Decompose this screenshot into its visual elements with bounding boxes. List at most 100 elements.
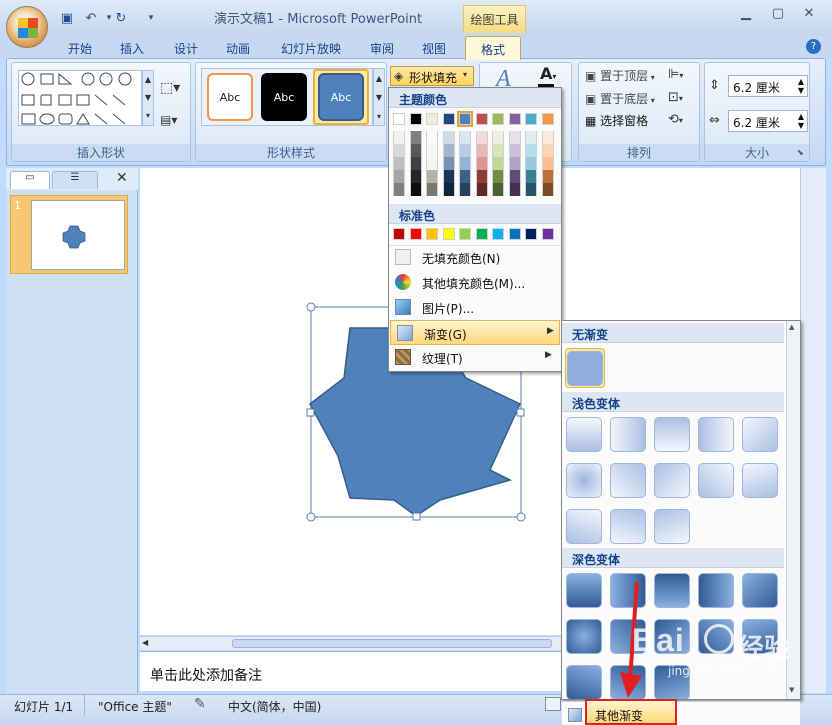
theme-color-shade-swatch[interactable] bbox=[426, 131, 438, 144]
theme-color-shade-swatch[interactable] bbox=[525, 157, 537, 170]
standard-color-swatch[interactable] bbox=[525, 228, 537, 240]
tab-animations[interactable]: 动画 bbox=[224, 38, 252, 58]
light-gradient-option[interactable] bbox=[654, 417, 690, 452]
theme-color-shade-swatch[interactable] bbox=[508, 144, 521, 157]
theme-color-shade-swatch[interactable] bbox=[459, 144, 471, 157]
tab-view[interactable]: 视图 bbox=[420, 38, 448, 58]
theme-color-shade-swatch[interactable] bbox=[541, 170, 554, 183]
theme-color-shade-swatch[interactable] bbox=[492, 144, 504, 157]
theme-color-shade-swatch[interactable] bbox=[492, 131, 504, 144]
shape-gallery[interactable] bbox=[18, 70, 142, 126]
standard-color-swatch[interactable] bbox=[442, 228, 455, 240]
theme-color-shade-swatch[interactable] bbox=[525, 144, 537, 157]
scroll-down-icon[interactable]: ▼ bbox=[789, 686, 794, 694]
theme-color-swatch[interactable] bbox=[457, 111, 473, 127]
standard-color-swatch[interactable] bbox=[541, 228, 554, 240]
spelling-check-icon[interactable]: ✎ bbox=[194, 696, 206, 712]
close-icon[interactable]: ✕ bbox=[795, 4, 823, 23]
theme-color-shade-swatch[interactable] bbox=[541, 183, 554, 196]
standard-color-swatch[interactable] bbox=[409, 228, 422, 240]
theme-color-shade-swatch[interactable] bbox=[442, 170, 455, 183]
text-box-icon[interactable]: ▤▾ bbox=[160, 113, 184, 129]
theme-color-shade-swatch[interactable] bbox=[393, 170, 405, 183]
customize-icon[interactable]: ▾ bbox=[142, 9, 160, 27]
theme-color-shade-swatch[interactable] bbox=[393, 144, 405, 157]
size-dialog-launcher-icon[interactable]: ⬊ bbox=[797, 148, 804, 157]
more-gradients-item[interactable]: 其他渐变(M)... bbox=[585, 699, 677, 725]
text-fill-icon[interactable]: A▾ bbox=[540, 64, 556, 83]
tab-home[interactable]: 开始 bbox=[66, 38, 94, 58]
texture-item[interactable]: 纹理(T) ▶ bbox=[389, 345, 561, 370]
rotate-icon[interactable]: ⟲▾ bbox=[668, 112, 683, 127]
height-spinner-icon[interactable]: ▲ ▼ bbox=[798, 77, 804, 95]
theme-color-shade-swatch[interactable] bbox=[525, 131, 537, 144]
theme-color-shade-swatch[interactable] bbox=[393, 131, 405, 144]
theme-color-shade-swatch[interactable] bbox=[508, 157, 521, 170]
theme-color-swatch[interactable] bbox=[508, 113, 521, 125]
light-gradient-option[interactable] bbox=[698, 463, 734, 498]
shape-gallery-scroll[interactable]: ▲ ▼ ▾ bbox=[142, 70, 154, 126]
office-button[interactable] bbox=[6, 6, 48, 48]
theme-color-shade-swatch[interactable] bbox=[442, 157, 455, 170]
theme-color-swatch[interactable] bbox=[409, 113, 422, 125]
theme-color-shade-swatch[interactable] bbox=[426, 157, 438, 170]
theme-color-shade-swatch[interactable] bbox=[508, 131, 521, 144]
edit-shape-icon[interactable]: ⬚▾ bbox=[160, 80, 184, 96]
theme-color-shade-swatch[interactable] bbox=[492, 183, 504, 196]
close-pane-icon[interactable]: ✕ bbox=[116, 170, 128, 186]
theme-color-shade-swatch[interactable] bbox=[459, 131, 471, 144]
slides-tab-icon[interactable]: ▭ bbox=[10, 171, 50, 189]
scroll-up-icon[interactable]: ▲ bbox=[789, 323, 794, 331]
group-objects-icon[interactable]: ⊡▾ bbox=[668, 90, 683, 105]
more-fill-colors-item[interactable]: 其他填充颜色(M)... bbox=[389, 270, 561, 295]
theme-color-shade-swatch[interactable] bbox=[541, 144, 554, 157]
theme-color-shade-swatch[interactable] bbox=[525, 170, 537, 183]
theme-color-shade-swatch[interactable] bbox=[459, 183, 471, 196]
tab-design[interactable]: 设计 bbox=[172, 38, 200, 58]
theme-color-swatch[interactable] bbox=[393, 113, 405, 125]
theme-color-swatch[interactable] bbox=[525, 113, 537, 125]
standard-color-swatch[interactable] bbox=[459, 228, 471, 240]
theme-color-shade-swatch[interactable] bbox=[475, 157, 488, 170]
theme-color-shade-swatch[interactable] bbox=[459, 170, 471, 183]
height-input[interactable]: 6.2 厘米 ▲ ▼ bbox=[728, 75, 808, 97]
dark-gradient-option[interactable] bbox=[566, 573, 602, 608]
theme-color-swatch[interactable] bbox=[475, 113, 488, 125]
picture-item[interactable]: 图片(P)... bbox=[389, 295, 561, 320]
theme-color-swatch[interactable] bbox=[492, 113, 504, 125]
theme-color-shade-swatch[interactable] bbox=[409, 144, 422, 157]
style-option-orange[interactable]: Abc bbox=[207, 73, 253, 121]
light-gradient-option[interactable] bbox=[610, 417, 646, 452]
no-fill-item[interactable]: 无填充颜色(N) bbox=[389, 245, 561, 270]
light-gradient-option[interactable] bbox=[654, 463, 690, 498]
theme-color-shade-swatch[interactable] bbox=[475, 144, 488, 157]
light-gradient-option[interactable] bbox=[698, 417, 734, 452]
gradient-item[interactable]: 渐变(G) ▶ bbox=[390, 320, 560, 345]
theme-color-shade-swatch[interactable] bbox=[409, 170, 422, 183]
light-gradient-option[interactable] bbox=[566, 417, 602, 452]
theme-color-shade-swatch[interactable] bbox=[492, 157, 504, 170]
theme-color-shade-swatch[interactable] bbox=[442, 183, 455, 196]
vertical-scrollbar[interactable] bbox=[800, 168, 826, 693]
theme-color-shade-swatch[interactable] bbox=[459, 157, 471, 170]
theme-color-shade-swatch[interactable] bbox=[409, 157, 422, 170]
theme-color-shade-swatch[interactable] bbox=[541, 157, 554, 170]
theme-color-shade-swatch[interactable] bbox=[525, 183, 537, 196]
maximize-icon[interactable]: ▢ bbox=[764, 4, 792, 23]
dark-gradient-option[interactable] bbox=[566, 665, 602, 699]
theme-color-shade-swatch[interactable] bbox=[442, 131, 455, 144]
theme-color-shade-swatch[interactable] bbox=[426, 170, 438, 183]
standard-color-swatch[interactable] bbox=[508, 228, 521, 240]
save-icon[interactable]: ▣ bbox=[58, 9, 76, 27]
outline-tab-icon[interactable]: ☰ bbox=[52, 171, 98, 189]
theme-color-shade-swatch[interactable] bbox=[508, 183, 521, 196]
dark-gradient-option[interactable] bbox=[566, 619, 602, 654]
standard-color-swatch[interactable] bbox=[492, 228, 504, 240]
light-gradient-option[interactable] bbox=[654, 509, 690, 544]
light-gradient-option[interactable] bbox=[610, 463, 646, 498]
standard-color-swatch[interactable] bbox=[426, 228, 438, 240]
theme-color-shade-swatch[interactable] bbox=[426, 183, 438, 196]
help-icon[interactable]: ? bbox=[806, 39, 821, 54]
dark-gradient-option[interactable] bbox=[698, 573, 734, 608]
redo-icon[interactable]: ↻ bbox=[112, 9, 130, 27]
